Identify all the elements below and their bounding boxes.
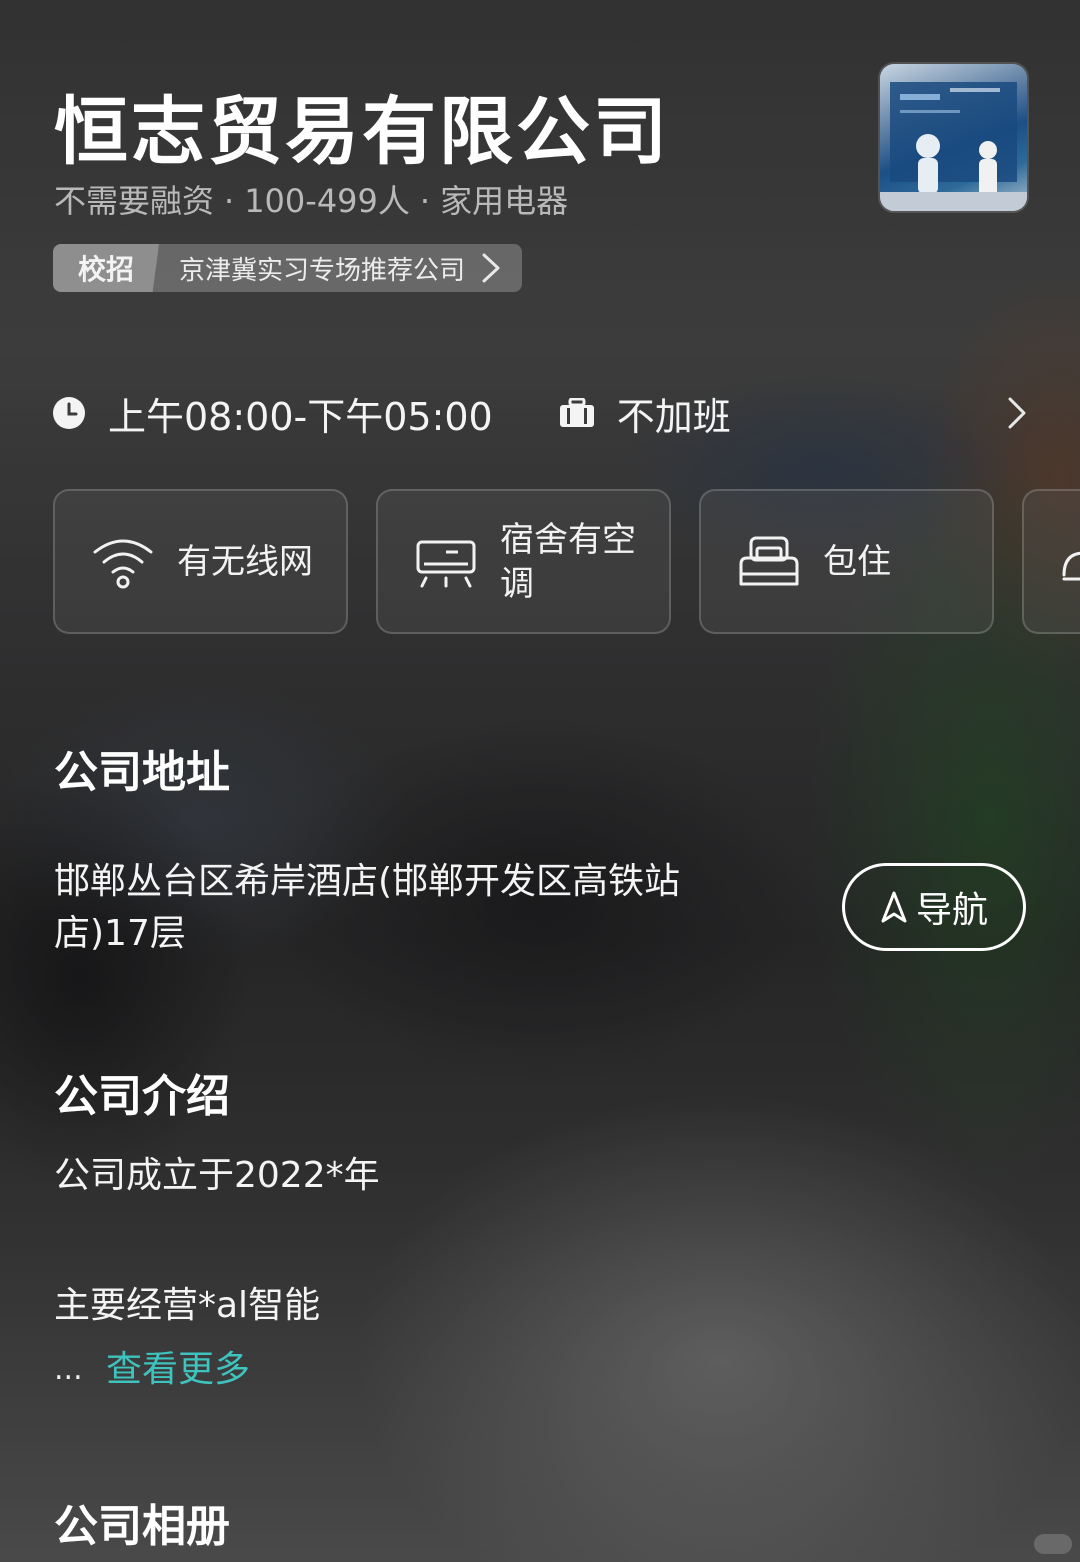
bed-icon <box>739 536 799 585</box>
work-hours: 上午08:00-下午05:00 <box>108 394 493 439</box>
meta-separator: · <box>419 182 431 220</box>
campus-tag-text: 京津冀实习专场推荐公司 <box>179 255 466 286</box>
benefit-icon <box>1062 551 1080 581</box>
company-meta: 不需要融资 · 100-499人 · 家用电器 <box>54 176 568 222</box>
chevron-right-icon <box>1008 397 1026 429</box>
benefit-label: 包住 <box>823 541 891 582</box>
funding-stage: 不需要融资 <box>54 182 215 220</box>
navigation-arrow-icon <box>881 891 907 923</box>
company-size: 100-499人 <box>244 182 410 220</box>
watermark-badge <box>1034 1534 1072 1554</box>
air-conditioner-icon <box>416 540 476 587</box>
briefcase-icon <box>559 398 594 427</box>
company-industry: 家用电器 <box>440 182 569 220</box>
company-name: 恒志贸易有限公司 <box>54 89 670 175</box>
benefit-card-air-conditioner[interactable]: 宿舍有空调 <box>376 489 671 634</box>
overtime-policy: 不加班 <box>616 394 731 439</box>
clock-icon <box>53 397 85 429</box>
campus-recruit-tag[interactable]: 校招 京津冀实习专场推荐公司 <box>53 244 522 292</box>
company-photo-thumbnail[interactable] <box>880 64 1027 211</box>
wifi-icon <box>93 539 153 588</box>
meta-separator: · <box>224 182 235 220</box>
benefit-label: 宿舍有空调 <box>500 519 636 604</box>
benefit-card-housing[interactable]: 包住 <box>699 489 994 634</box>
benefit-card-wifi[interactable]: 有无线网 <box>53 489 348 634</box>
intro-line: 公司成立于2022*年 <box>54 1155 380 1196</box>
intro-ellipsis: ... <box>54 1352 83 1387</box>
benefit-label: 有无线网 <box>177 541 313 582</box>
benefit-card-partial[interactable] <box>1022 489 1080 634</box>
company-detail-page: 恒志贸易有限公司 不需要融资 · 100-499人 · 家用电器 校招 京津冀实习专场推… <box>0 0 1080 1562</box>
campus-badge: 校招 <box>53 244 159 292</box>
work-time-row[interactable]: 上午08:00-下午05:00 不加班 <box>52 388 1028 439</box>
address-section-title: 公司地址 <box>54 747 230 798</box>
navigate-label: 导航 <box>915 890 988 931</box>
intro-line: 主要经营*al智能 <box>54 1285 321 1326</box>
view-more-link[interactable]: 查看更多 <box>106 1340 250 1392</box>
navigate-button[interactable]: 导航 <box>842 863 1026 951</box>
company-address[interactable]: 邯郸丛台区希岸酒店(邯郸开发区高铁站店)17层 <box>54 856 754 960</box>
chevron-right-icon <box>482 253 500 283</box>
album-section-title: 公司相册 <box>54 1501 230 1552</box>
intro-section-title: 公司介绍 <box>54 1071 230 1122</box>
